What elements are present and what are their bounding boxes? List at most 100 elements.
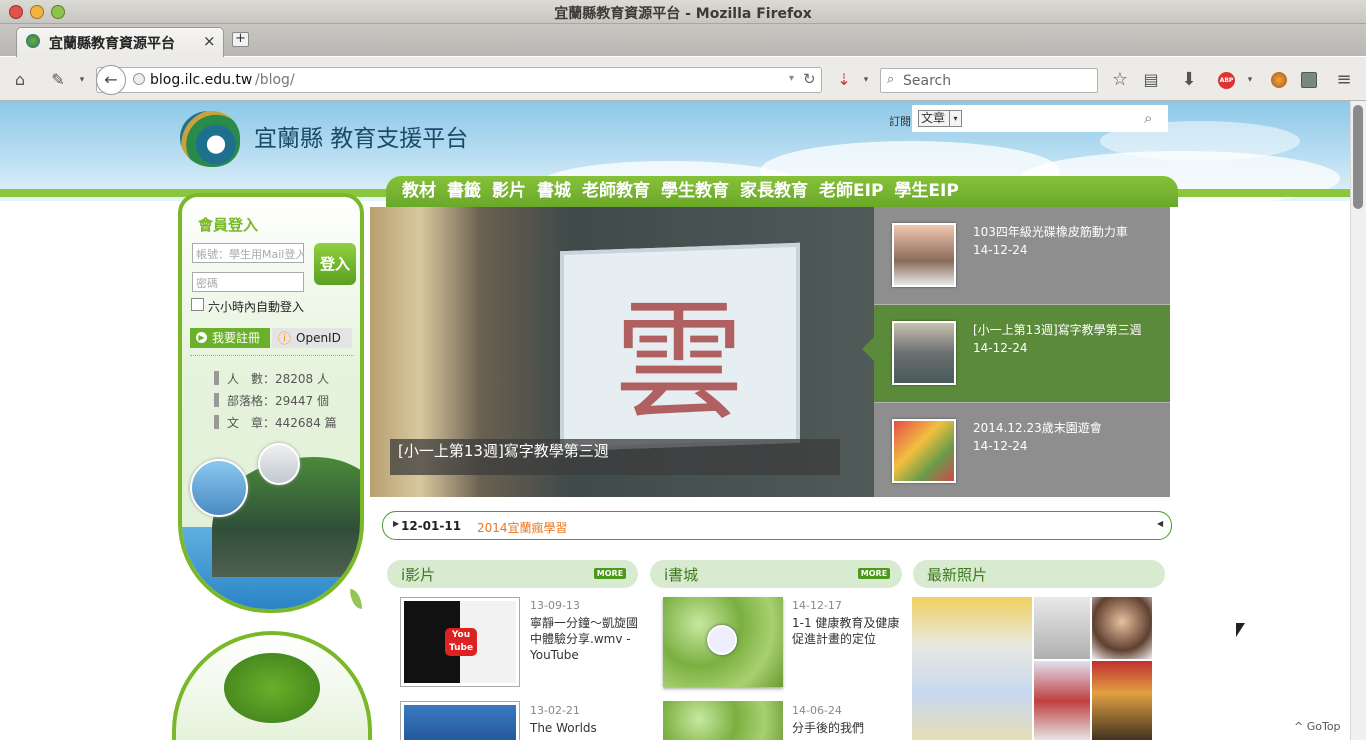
books-section-header: i書城 MORE <box>650 560 902 588</box>
subscribe-select-value: 文章 <box>921 111 946 125</box>
video-more-button[interactable]: MORE <box>594 568 626 579</box>
dropdown-arrow-icon[interactable]: ▾ <box>72 70 92 90</box>
nav-student-education[interactable]: 學生教育 <box>661 181 729 201</box>
slider-thumb-item-active[interactable]: [小一上第13週]寫字教學第三週 14-12-24 <box>874 305 1170 403</box>
thumb-date: 14-12-24 <box>973 439 1028 453</box>
extension-icon[interactable]: ✎ <box>48 70 68 90</box>
video-item-date: 13-09-13 <box>530 599 580 612</box>
nav-student-eip[interactable]: 學生EIP <box>894 181 958 201</box>
adblock-icon[interactable]: ABP <box>1218 72 1235 89</box>
window-title: 宜蘭縣教育資源平台 - Mozilla Firefox <box>554 6 812 22</box>
site-logo-icon <box>180 111 240 167</box>
video-item-title[interactable]: 寧靜一分鐘～凱旋國中體驗分享.wmv - YouTube <box>530 615 638 663</box>
url-dropdown-icon[interactable]: ▾ <box>789 73 794 84</box>
register-button[interactable]: ▶ 我要註冊 <box>190 328 270 348</box>
tab-active[interactable]: 宜蘭縣教育資源平台 × <box>16 27 224 57</box>
reading-list-icon[interactable]: ▤ <box>1141 70 1161 90</box>
remember-label: 六小時內自動登入 <box>208 300 305 314</box>
openid-label: OpenID <box>296 331 341 345</box>
login-button[interactable]: 登入 <box>314 243 356 285</box>
books-section-title: i書城 <box>664 566 699 584</box>
youtube-logo-icon: You Tube <box>445 628 477 656</box>
latest-photo[interactable] <box>1092 661 1152 740</box>
main-nav: 教材 書籤 影片 書城 老師教育 學生教育 家長教育 老師EIP 學生EIP <box>386 176 1178 207</box>
thumb-photo <box>892 223 956 287</box>
book-item-date: 14-06-24 <box>792 704 842 717</box>
extension-gray-icon[interactable] <box>1301 72 1317 88</box>
ticker-next-icon[interactable]: ▶ <box>393 519 399 528</box>
ticker-date: 12-01-11 <box>401 519 462 533</box>
nav-parent-education[interactable]: 家長教育 <box>740 181 808 201</box>
slider-thumb-item[interactable]: 103四年級光碟橡皮筋動力車 14-12-24 <box>874 207 1170 305</box>
menu-icon[interactable]: ≡ <box>1334 70 1354 90</box>
photos-section-title: 最新照片 <box>927 566 988 584</box>
latest-photo[interactable] <box>912 597 1032 740</box>
url-path: /blog/ <box>255 72 295 88</box>
nav-videos[interactable]: 影片 <box>492 181 526 201</box>
nav-teacher-eip[interactable]: 老師EIP <box>819 181 883 201</box>
books-more-button[interactable]: MORE <box>858 568 890 579</box>
latest-photo[interactable] <box>1034 597 1090 659</box>
tab-label: 宜蘭縣教育資源平台 <box>49 36 175 52</box>
subscribe-search-input[interactable] <box>964 110 1140 127</box>
openid-icon: ⓘ <box>278 332 292 347</box>
video-thumb[interactable] <box>400 701 520 740</box>
search-icon: ⌕ <box>887 72 895 87</box>
book-cover[interactable] <box>663 701 783 740</box>
ticker-prev-icon[interactable]: ◀ <box>1157 519 1163 528</box>
video-item-date: 13-02-21 <box>530 704 580 717</box>
dropdown-arrow-icon[interactable]: ▾ <box>856 70 876 90</box>
nav-bookmarks[interactable]: 書籤 <box>447 181 481 201</box>
photos-section-header: 最新照片 <box>913 560 1165 588</box>
book-item-title[interactable]: 1-1 健康教育及健康促進計畫的定位 <box>792 615 904 647</box>
bookmark-star-icon[interactable]: ☆ <box>1110 70 1130 90</box>
nav-teacher-education[interactable]: 老師教育 <box>582 181 650 201</box>
home-icon[interactable]: ⌂ <box>10 70 30 90</box>
stat-blogs: 部落格：29447 個 <box>214 390 337 412</box>
url-bar[interactable]: blog.ilc.edu.tw /blog/ ▾ ↻ <box>96 67 822 93</box>
book-reader-icon <box>707 625 737 655</box>
windmill-photo-icon <box>258 443 300 485</box>
globe-icon <box>133 73 145 85</box>
arrow-right-icon: ▶ <box>196 332 207 343</box>
subscribe-select[interactable]: 文章 ▾ <box>918 110 962 127</box>
slider-caption: [小一上第13週]寫字教學第三週 <box>398 442 609 460</box>
new-tab-button[interactable]: + <box>232 32 249 47</box>
book-cover[interactable] <box>663 597 783 687</box>
character-yun-glyph: 雲 <box>614 286 745 438</box>
nav-materials[interactable]: 教材 <box>402 181 436 201</box>
back-button[interactable]: ← <box>96 65 126 95</box>
nav-bookstore[interactable]: 書城 <box>537 181 571 201</box>
active-pointer-icon <box>862 337 874 361</box>
slider-thumb-item[interactable]: 2014.12.23歲末園遊會 14-12-24 <box>874 403 1170 501</box>
thumb-photo <box>892 419 956 483</box>
select-arrow-icon: ▾ <box>949 111 961 126</box>
url-host: blog.ilc.edu.tw <box>150 72 253 88</box>
tree-icon <box>224 653 320 723</box>
account-input[interactable]: 帳號：學生用Mail登入 <box>192 243 304 263</box>
download-blocker-icon[interactable]: ⇣ <box>834 70 854 90</box>
video-item-title[interactable]: The Worlds <box>530 720 597 736</box>
remember-checkbox[interactable] <box>191 298 204 311</box>
search-box[interactable]: ⌕ Search <box>880 68 1098 93</box>
extension-orange-icon[interactable] <box>1271 72 1287 88</box>
latest-photo[interactable] <box>1092 597 1152 659</box>
tab-close-icon[interactable]: × <box>203 32 216 50</box>
dropdown-arrow-icon[interactable]: ▾ <box>1240 70 1260 90</box>
thumb-date: 14-12-24 <box>973 243 1028 257</box>
member-sidebar: 會員登入 帳號：學生用Mail登入 密碼 登入 六小時內自動登入 ▶ 我要註冊 ⓘ… <box>178 193 364 613</box>
video-thumb[interactable]: You Tube <box>400 597 520 687</box>
reload-icon[interactable]: ↻ <box>803 70 816 88</box>
book-item-title[interactable]: 分手後的我們 <box>792 720 864 736</box>
search-icon[interactable]: ⌕ <box>1144 109 1152 127</box>
divider <box>190 355 354 356</box>
search-placeholder: Search <box>903 73 952 89</box>
latest-photo[interactable] <box>1034 661 1090 740</box>
video-section-title: i影片 <box>401 566 436 584</box>
ticker-link[interactable]: 2014宜蘭瘋學習 <box>477 519 568 536</box>
downloads-icon[interactable]: ⬇ <box>1179 70 1199 90</box>
gotop-link[interactable]: ^ GoTop <box>1294 720 1341 733</box>
scrollbar-thumb[interactable] <box>1353 105 1363 209</box>
password-input[interactable]: 密碼 <box>192 272 304 292</box>
openid-button[interactable]: ⓘ OpenID <box>272 328 352 348</box>
